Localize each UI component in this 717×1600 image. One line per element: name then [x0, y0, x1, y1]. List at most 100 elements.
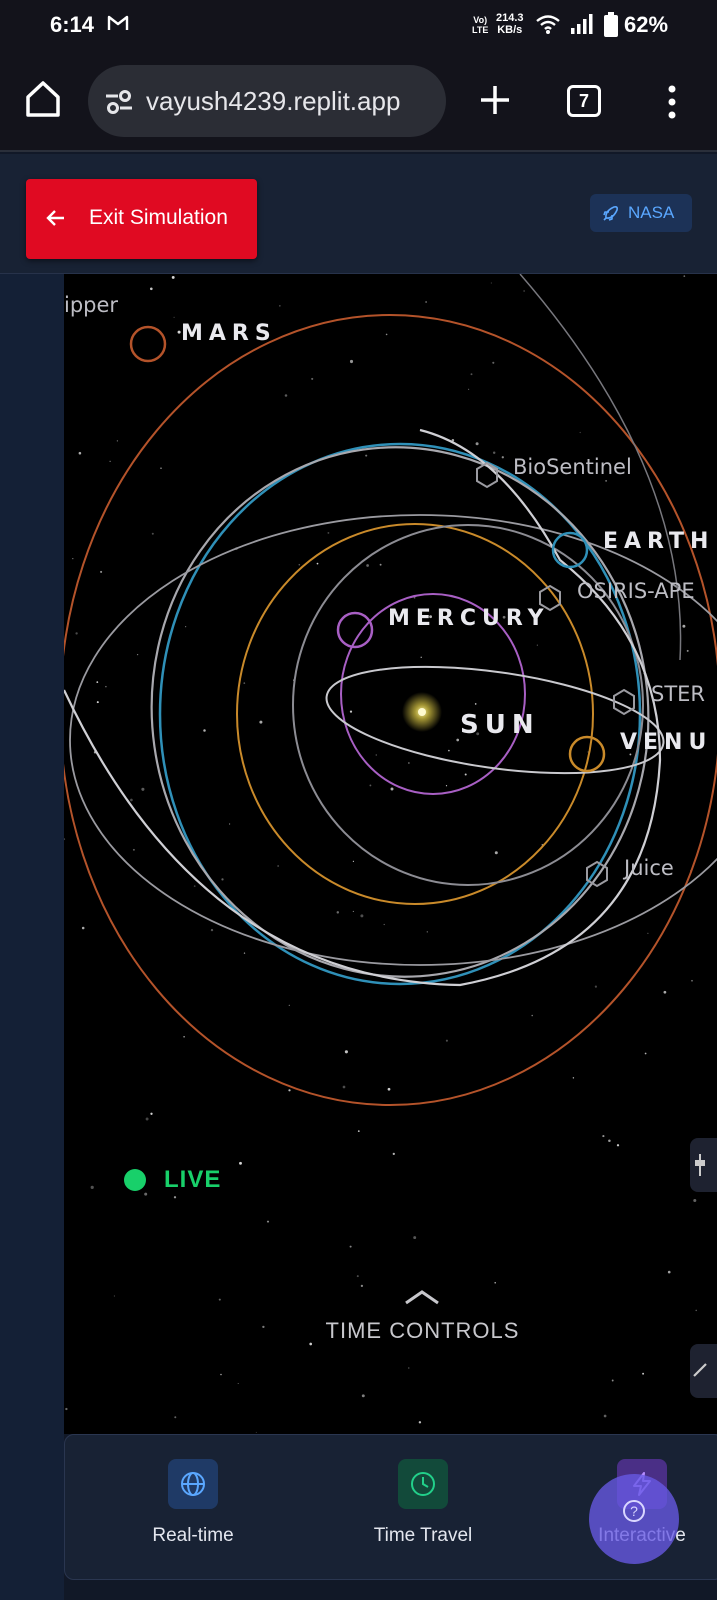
live-label: LIVE: [164, 1166, 222, 1193]
star: [174, 1416, 177, 1419]
star: [171, 275, 175, 279]
star: [349, 710, 353, 713]
sliders-button[interactable]: [690, 1138, 717, 1192]
sun[interactable]: [418, 708, 426, 716]
mars-marker[interactable]: [129, 325, 167, 363]
star: [475, 442, 479, 446]
expand-button[interactable]: [690, 1344, 717, 1398]
star: [379, 563, 382, 566]
star: [693, 1198, 697, 1203]
star: [141, 787, 145, 791]
status-time: 6:14: [50, 12, 95, 37]
url-text[interactable]: vayush4239.replit.app: [146, 86, 436, 117]
star: [311, 377, 314, 380]
site-settings-icon[interactable]: [104, 89, 134, 120]
star: [695, 1309, 697, 1312]
rocket-icon: [602, 204, 620, 227]
address-bar[interactable]: vayush4239.replit.app: [88, 65, 446, 137]
star: [105, 685, 107, 688]
star: [349, 359, 354, 364]
biosentinel-label: BioSentinel: [513, 455, 632, 479]
star: [352, 860, 354, 862]
star: [682, 624, 686, 628]
star: [173, 1196, 177, 1199]
star: [288, 1089, 291, 1092]
sun-label: SUN: [460, 710, 540, 740]
help-icon: ?: [623, 1500, 645, 1522]
speed-unit: KB/s: [497, 24, 523, 36]
nav-real-time[interactable]: Real-time: [113, 1459, 273, 1569]
battery-percent: 62%: [624, 12, 669, 37]
arrow-left-icon: [46, 208, 66, 233]
star: [266, 1220, 270, 1223]
juice-marker[interactable]: [586, 860, 608, 888]
star: [96, 701, 99, 704]
juice-label: Juice: [622, 856, 674, 880]
star: [116, 440, 119, 442]
nasa-button[interactable]: NASA: [590, 194, 692, 232]
plus-icon[interactable]: [477, 82, 513, 118]
star: [456, 738, 460, 742]
star: [490, 282, 492, 284]
exit-simulation-label: Exit Simulation: [89, 206, 228, 229]
star: [113, 1295, 115, 1297]
star: [369, 784, 372, 787]
help-button[interactable]: ?: [589, 1474, 679, 1564]
star: [277, 865, 279, 867]
star: [298, 563, 301, 566]
network-lte-text: LTE: [472, 25, 489, 35]
nasa-label: NASA: [628, 203, 675, 222]
osiris-label: OSIRIS-APE: [577, 579, 695, 603]
star: [663, 990, 667, 994]
solar-system-view[interactable]: SUN MERCURY VENU EARTH MARS ipper BioSen…: [64, 274, 717, 1434]
star: [210, 928, 214, 932]
home-icon[interactable]: [24, 79, 62, 119]
star: [418, 1421, 422, 1424]
star: [349, 1245, 352, 1248]
tab-switcher-button[interactable]: 7: [567, 85, 601, 117]
star: [65, 1407, 68, 1411]
globe-icon: [168, 1459, 218, 1509]
star: [375, 754, 377, 756]
star: [492, 451, 496, 455]
star: [220, 1373, 222, 1376]
exit-simulation-button[interactable]: Exit Simulation: [26, 179, 257, 259]
star: [390, 787, 394, 791]
star: [150, 1112, 153, 1115]
star: [383, 923, 385, 926]
star: [72, 557, 74, 560]
more-vert-icon[interactable]: [665, 84, 679, 120]
star: [203, 729, 206, 732]
star: [642, 1372, 645, 1375]
star: [464, 773, 467, 776]
venus-label: VENU: [620, 730, 712, 755]
time-controls-toggle[interactable]: TIME CONTROLS: [300, 1288, 545, 1348]
screen: 6:14 Vo) LTE 214.3 KB/s 62% vayush4239.r…: [0, 0, 717, 1600]
star: [360, 1284, 364, 1288]
star: [644, 1052, 647, 1055]
signal-icon: [570, 14, 594, 39]
star: [218, 1298, 221, 1301]
star: [494, 1281, 496, 1284]
live-dot: [124, 1169, 146, 1191]
star: [160, 467, 162, 470]
starfield: [64, 275, 697, 1433]
star: [136, 653, 139, 656]
star: [352, 910, 354, 912]
star: [470, 373, 473, 376]
star: [360, 914, 364, 918]
data-speed: 214.3 KB/s: [496, 12, 524, 36]
star: [336, 911, 340, 914]
star: [151, 532, 154, 535]
star: [683, 275, 686, 277]
star: [183, 1036, 185, 1038]
star: [531, 1014, 533, 1017]
chevron-up-icon: [404, 1288, 440, 1311]
browser-toolbar: vayush4239.replit.app 7: [0, 52, 717, 152]
star: [501, 456, 504, 459]
nav-time-travel[interactable]: Time Travel: [343, 1459, 503, 1569]
stereo-label: STER: [651, 682, 705, 706]
star: [185, 626, 187, 628]
clipper-label: ipper: [64, 293, 118, 317]
star: [130, 798, 133, 802]
